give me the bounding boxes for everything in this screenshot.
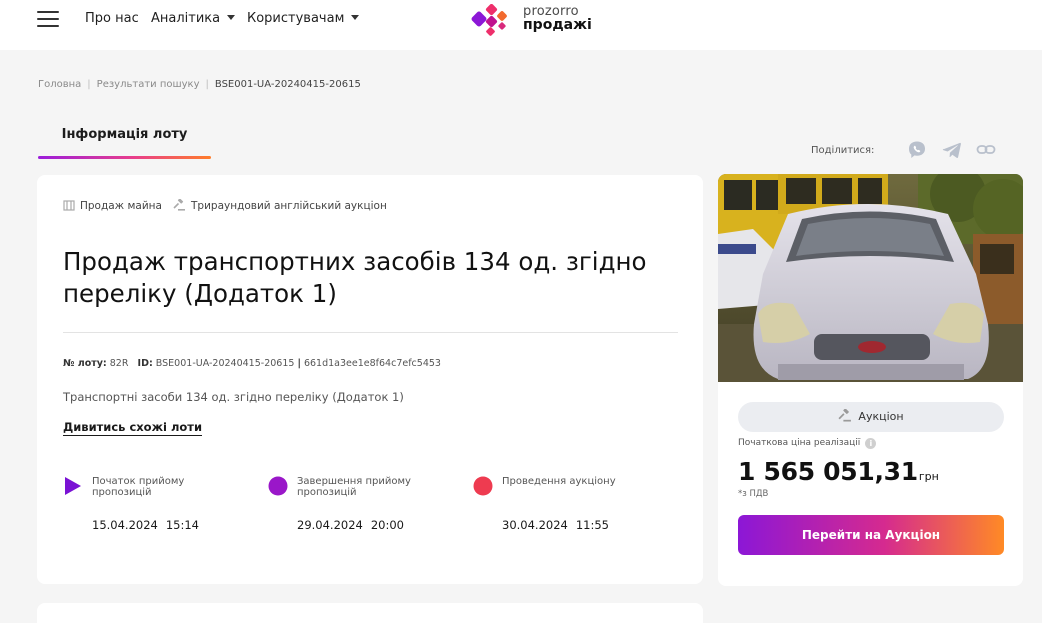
lot-title: Продаж транспортних засобів 134 од. згід…	[63, 247, 647, 308]
breadcrumb-current: BSE001-UA-20240415-20615	[214, 79, 361, 90]
link-icon[interactable]	[975, 139, 997, 161]
tag-property-sale: Продаж майна	[63, 199, 162, 212]
vat-note: *з ПДВ	[738, 489, 769, 499]
timeline-label: Завершення прийому пропозицій	[297, 476, 411, 498]
prozorro-logo[interactable]: prozorro продажі	[470, 2, 600, 38]
chevron-down-icon	[351, 15, 360, 20]
timeline-time: 20:00	[370, 518, 405, 532]
info-icon[interactable]: i	[865, 438, 877, 449]
logo-mark-icon	[471, 4, 507, 36]
auction-type-pill: Аукціон	[738, 402, 1004, 432]
timeline-label: Проведення аукціону	[502, 476, 616, 487]
gavel-icon	[838, 408, 852, 422]
next-section-card	[37, 603, 703, 623]
telegram-icon[interactable]	[941, 139, 963, 161]
logo-text-prodazhi: продажі	[523, 17, 592, 33]
circle-icon	[473, 476, 493, 496]
divider	[63, 332, 678, 333]
timeline-date: 29.04.2024	[297, 518, 363, 532]
timeline-date: 30.04.2024	[502, 518, 568, 532]
lot-id-label: ID:	[137, 358, 153, 369]
building-icon	[63, 200, 75, 211]
timeline-datetime: 30.04.2024 11:55	[502, 518, 609, 532]
similar-lots-link[interactable]: Дивитись схожі лоти	[63, 420, 203, 436]
tag-auction-type: Трираундовий англійський аукціон	[173, 198, 387, 212]
timeline-time: 11:55	[575, 518, 610, 532]
lot-number-label: № лоту:	[63, 358, 107, 369]
menu-icon[interactable]	[37, 11, 59, 28]
nav-users[interactable]: Користувачам	[247, 11, 360, 26]
timeline-datetime: 29.04.2024 20:00	[297, 518, 404, 532]
timeline-time: 15:14	[165, 518, 200, 532]
tag-label: Продаж майна	[80, 200, 162, 212]
lot-id: BSE001-UA-20240415-20615	[155, 358, 295, 369]
gavel-icon	[173, 198, 185, 211]
lot-photo[interactable]	[718, 174, 1023, 382]
top-bar: Про нас Аналітика Користувачам prozorro …	[0, 0, 1042, 50]
start-price-label-text: Початкова ціна реалізації	[738, 438, 861, 448]
go-to-auction-button[interactable]: Перейти на Аукціон	[738, 515, 1004, 555]
breadcrumb-separator: |	[205, 79, 209, 90]
tab-active-indicator	[38, 156, 211, 159]
lot-hash: 661d1a3ee1e8f64c7efc5453	[303, 358, 441, 369]
nav-about-label: Про нас	[85, 11, 139, 26]
start-price: 1 565 051,31грн	[738, 457, 939, 486]
timeline-date: 15.04.2024	[92, 518, 158, 532]
price-currency: грн	[918, 470, 939, 483]
tab-lot-info[interactable]: Інформація лоту	[38, 127, 211, 159]
play-icon	[65, 477, 81, 495]
lot-number: 82R	[109, 358, 129, 369]
start-price-label: Початкова ціна реалізації i	[738, 438, 877, 449]
id-separator: |	[297, 358, 301, 369]
timeline-datetime: 15.04.2024 15:14	[92, 518, 199, 532]
breadcrumb-home[interactable]: Головна	[38, 79, 81, 90]
tag-label: Трираундовий англійський аукціон	[191, 200, 387, 212]
nav-users-label: Користувачам	[247, 11, 345, 26]
price-value: 1 565 051,31	[738, 457, 918, 486]
breadcrumb-search-results[interactable]: Результати пошуку	[97, 79, 200, 90]
breadcrumb: Головна | Результати пошуку | BSE001-UA-2024…	[38, 79, 361, 90]
auction-label: Аукціон	[858, 410, 904, 423]
share-label: Поділитися:	[811, 145, 875, 156]
chevron-down-icon	[227, 15, 236, 20]
lot-description: Транспортні засоби 134 од. згідно перелі…	[63, 390, 404, 404]
nav-analytics-label: Аналітика	[151, 11, 221, 26]
lot-identifiers: № лоту: 82R ID: BSE001-UA-20240415-20615…	[63, 358, 441, 369]
nav-analytics[interactable]: Аналітика	[151, 11, 236, 26]
viber-icon[interactable]	[906, 139, 928, 161]
nav-about[interactable]: Про нас	[85, 11, 139, 26]
breadcrumb-separator: |	[87, 79, 91, 90]
circle-icon	[268, 476, 288, 496]
timeline-label: Початок прийому пропозицій	[92, 476, 185, 498]
